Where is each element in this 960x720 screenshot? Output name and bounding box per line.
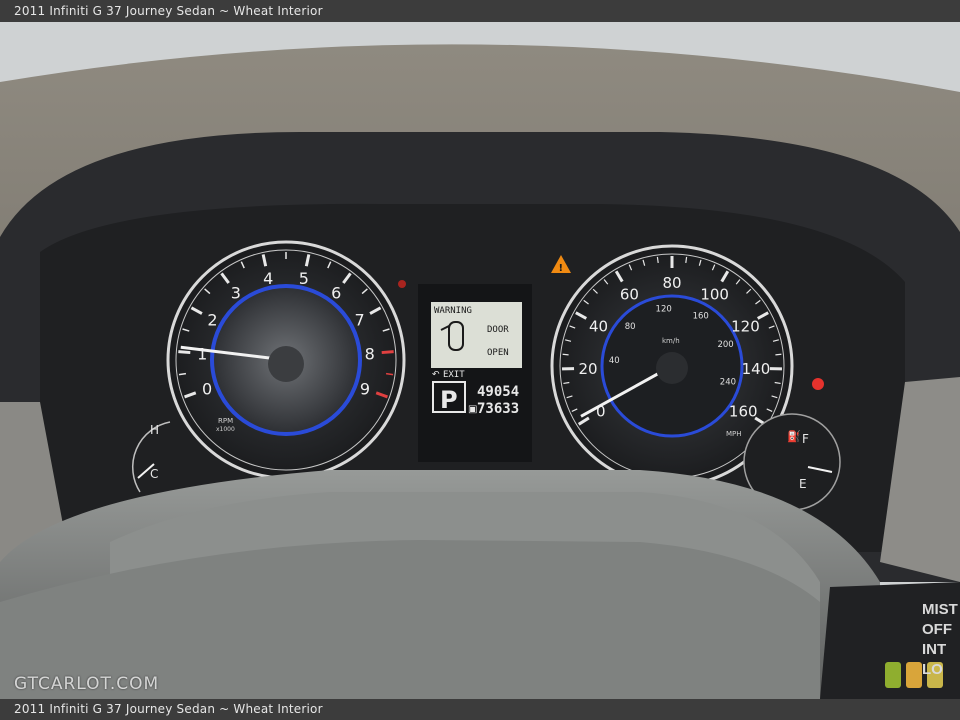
red-indicator-icon bbox=[398, 280, 406, 288]
temp-hot-label: H bbox=[150, 423, 159, 437]
center-display: WARNING DOOR OPEN EXIT ↶ P 49054 73633 ▣ bbox=[418, 284, 532, 462]
top-caption: 2011 Infiniti G 37 Journey Sedan ~ Wheat… bbox=[14, 4, 323, 18]
display-gear: P bbox=[440, 386, 458, 414]
speed-kmh-label: 200 bbox=[717, 340, 733, 350]
fuel-full-label: F bbox=[802, 432, 809, 446]
tachometer: 0 123 4 5 678 9 RPM x1000 bbox=[166, 240, 406, 480]
temp-cold-label: C bbox=[150, 467, 158, 481]
speed-mph-label: 140 bbox=[742, 360, 771, 378]
speed-mph-label: 40 bbox=[589, 317, 608, 335]
rpm-multiplier-label: x1000 bbox=[216, 426, 235, 433]
tach-label: 0 bbox=[202, 380, 212, 399]
top-caption-bar: 2011 Infiniti G 37 Journey Sedan ~ Wheat… bbox=[0, 0, 960, 22]
svg-text:!: ! bbox=[559, 263, 564, 274]
display-open: OPEN bbox=[487, 348, 509, 358]
dashboard-scene: 0 123 4 5 678 9 RPM x1000 H C WARNING DOOR OP… bbox=[0, 22, 960, 699]
speed-kmh-label: 240 bbox=[720, 377, 736, 387]
stalk-label-off: OFF bbox=[922, 621, 952, 638]
display-warning: WARNING bbox=[434, 306, 472, 316]
tach-label: 7 bbox=[354, 310, 364, 329]
speed-mph-label: 160 bbox=[729, 403, 758, 421]
watermark: GTCARLOT.COM bbox=[14, 674, 160, 694]
speed-tick bbox=[775, 353, 782, 356]
tach-tick bbox=[385, 372, 394, 376]
tach-label: 4 bbox=[263, 269, 273, 288]
speed-mph-label: 100 bbox=[700, 286, 729, 304]
tach-label: 6 bbox=[331, 284, 341, 303]
stalk-label-mist: MIST bbox=[922, 601, 958, 618]
tach-label: 3 bbox=[231, 284, 241, 303]
display-trip: 49054 bbox=[477, 384, 519, 400]
speed-tick bbox=[685, 256, 688, 263]
stalk-label-lo: LO bbox=[922, 661, 943, 678]
fuel-pump-icon: ⛽ bbox=[787, 430, 801, 443]
return-icon: ↶ bbox=[432, 370, 440, 380]
bottom-caption: 2011 Infiniti G 37 Journey Sedan ~ Wheat… bbox=[14, 702, 323, 716]
speed-tick bbox=[562, 353, 569, 356]
tach-tick bbox=[178, 350, 191, 355]
speed-kmh-label: 80 bbox=[625, 322, 636, 332]
tach-label: 1 bbox=[197, 344, 207, 363]
tach-tick bbox=[178, 372, 187, 376]
stalk-label-int: INT bbox=[922, 641, 947, 658]
tach-label: 9 bbox=[360, 380, 370, 399]
speed-mph-label: 80 bbox=[662, 274, 681, 292]
wiper-stalk-labels: MIST OFF INT LO bbox=[922, 600, 960, 680]
display-door: DOOR bbox=[487, 325, 509, 335]
display-odometer: 73633 bbox=[477, 401, 519, 417]
tach-tick bbox=[381, 350, 394, 355]
speed-mph-label: 60 bbox=[620, 286, 639, 304]
speed-kmh-label: 120 bbox=[656, 305, 672, 315]
speed-kmh-label: 40 bbox=[609, 356, 620, 366]
airbag-warning-icon bbox=[812, 378, 824, 390]
tach-label: 8 bbox=[365, 344, 375, 363]
speed-tick bbox=[656, 256, 659, 263]
tach-label: 2 bbox=[207, 310, 217, 329]
tach-label: 5 bbox=[299, 269, 309, 288]
odometer-icon: ▣ bbox=[468, 404, 477, 415]
fuel-empty-label: E bbox=[799, 477, 807, 491]
kmh-unit-label: km/h bbox=[662, 337, 680, 345]
speed-mph-label: 20 bbox=[578, 360, 597, 378]
display-exit: EXIT bbox=[443, 370, 465, 380]
mph-unit-label: MPH bbox=[726, 430, 742, 438]
speed-mph-label: 120 bbox=[731, 317, 760, 335]
speed-kmh-label: 160 bbox=[693, 312, 709, 322]
rpm-unit-label: RPM bbox=[218, 417, 233, 425]
bottom-caption-bar: 2011 Infiniti G 37 Journey Sedan ~ Wheat… bbox=[0, 699, 960, 720]
